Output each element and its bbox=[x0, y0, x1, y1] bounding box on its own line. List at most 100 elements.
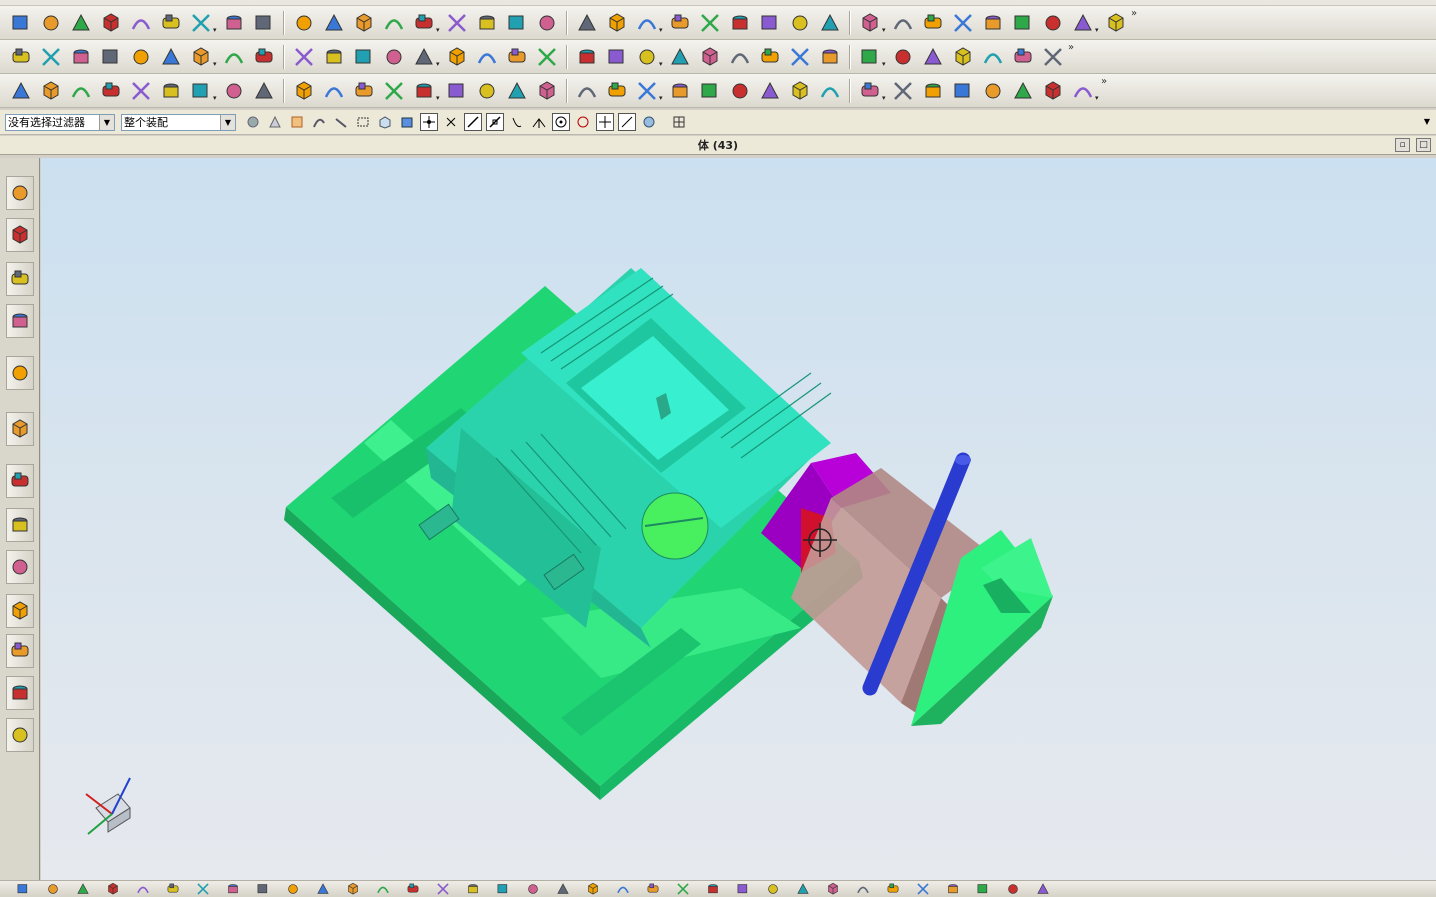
arc-center-icon[interactable] bbox=[552, 113, 570, 131]
block-yellow-icon[interactable] bbox=[476, 80, 498, 102]
orient-icon[interactable] bbox=[43, 882, 63, 896]
assembly-navigator-icon[interactable] bbox=[6, 176, 34, 210]
chevron-down-icon[interactable]: ▾ bbox=[213, 12, 219, 34]
selection-scope-dropdown[interactable]: 整个装配 ▼ bbox=[121, 113, 236, 131]
project-curve-icon[interactable] bbox=[293, 46, 315, 68]
gate-icon[interactable] bbox=[859, 12, 881, 34]
color-palette-icon[interactable] bbox=[130, 80, 152, 102]
spline-feature-icon[interactable] bbox=[536, 80, 558, 102]
maximize-window-button[interactable]: □ bbox=[1416, 138, 1431, 152]
grid-snap-icon[interactable] bbox=[670, 113, 688, 131]
control-point-icon[interactable] bbox=[508, 113, 526, 131]
chamfer-icon[interactable] bbox=[40, 80, 62, 102]
cube-outline-icon[interactable] bbox=[576, 80, 598, 102]
arc-icon[interactable] bbox=[40, 46, 62, 68]
cavity-icon[interactable] bbox=[1105, 12, 1127, 34]
rotate-icon[interactable] bbox=[73, 882, 93, 896]
pocket-icon[interactable] bbox=[1012, 12, 1034, 34]
point-on-curve-icon[interactable] bbox=[596, 113, 614, 131]
studio-icon[interactable] bbox=[892, 46, 914, 68]
snap-filter-icon[interactable] bbox=[640, 113, 658, 131]
blend-icon[interactable] bbox=[506, 12, 528, 34]
end-point-icon[interactable] bbox=[464, 113, 482, 131]
boss-icon[interactable] bbox=[293, 80, 315, 102]
offset-curve-icon[interactable] bbox=[223, 46, 245, 68]
trimetric-icon[interactable] bbox=[463, 882, 483, 896]
hole-icon[interactable] bbox=[253, 80, 275, 102]
type-filter-icon[interactable] bbox=[266, 113, 284, 131]
new-file-icon[interactable] bbox=[10, 12, 32, 34]
toolbar-overflow-icon[interactable]: » bbox=[1131, 8, 1139, 19]
frame-icon[interactable] bbox=[223, 80, 245, 102]
ejector-icon[interactable] bbox=[982, 12, 1004, 34]
cylinder-icon[interactable] bbox=[223, 12, 245, 34]
extract-icon[interactable] bbox=[506, 46, 528, 68]
blank-icon[interactable] bbox=[643, 882, 663, 896]
mirror-icon[interactable] bbox=[636, 46, 658, 68]
chevron-down-icon[interactable]: ▾ bbox=[436, 80, 442, 102]
rectangle-icon[interactable] bbox=[70, 46, 92, 68]
chevron-down-icon[interactable]: ▾ bbox=[882, 12, 888, 34]
bridge-curve-icon[interactable] bbox=[253, 46, 275, 68]
model-scene[interactable] bbox=[41, 158, 1436, 880]
section-view-icon[interactable] bbox=[313, 882, 333, 896]
follow-curve-icon[interactable] bbox=[310, 113, 328, 131]
roles-icon[interactable] bbox=[6, 634, 34, 668]
render-icon[interactable] bbox=[853, 882, 873, 896]
hidden-edge-icon[interactable] bbox=[283, 882, 303, 896]
runner-icon[interactable] bbox=[892, 12, 914, 34]
general-filter-icon[interactable] bbox=[244, 113, 262, 131]
process-studio-icon[interactable] bbox=[6, 550, 34, 584]
chevron-down-icon[interactable]: ▾ bbox=[882, 46, 888, 68]
color-edit-icon[interactable] bbox=[793, 882, 813, 896]
swept-surface-icon[interactable] bbox=[859, 46, 881, 68]
chevron-down-icon[interactable]: ▾ bbox=[436, 12, 442, 34]
zoom-icon[interactable] bbox=[133, 882, 153, 896]
show-hide-icon[interactable] bbox=[613, 882, 633, 896]
feature-filter-icon[interactable] bbox=[288, 113, 306, 131]
wcs-icon[interactable] bbox=[13, 882, 33, 896]
material-icon[interactable] bbox=[943, 882, 963, 896]
datum-icon[interactable] bbox=[759, 80, 781, 102]
iso-view-icon[interactable] bbox=[433, 882, 453, 896]
wrap-icon[interactable] bbox=[606, 46, 628, 68]
pattern-icon[interactable] bbox=[669, 46, 691, 68]
manufacturing-wizard-icon[interactable] bbox=[6, 594, 34, 628]
spline-icon[interactable] bbox=[100, 46, 122, 68]
drawing-icon[interactable] bbox=[1072, 12, 1094, 34]
part-navigator-icon[interactable] bbox=[6, 262, 34, 296]
measure-distance-icon[interactable] bbox=[323, 46, 345, 68]
chain-icon[interactable] bbox=[332, 113, 350, 131]
point-on-surface-icon[interactable] bbox=[618, 113, 636, 131]
delete-icon[interactable] bbox=[353, 80, 375, 102]
system-scene-icon[interactable] bbox=[6, 676, 34, 710]
chevron-down-icon[interactable]: ▾ bbox=[659, 80, 665, 102]
workpiece-icon[interactable] bbox=[160, 12, 182, 34]
law-icon[interactable] bbox=[922, 46, 944, 68]
hook-icon[interactable] bbox=[922, 80, 944, 102]
csys-icon[interactable] bbox=[100, 12, 122, 34]
bom-icon[interactable] bbox=[1042, 12, 1064, 34]
snap-point-icon[interactable] bbox=[420, 113, 438, 131]
sphere-icon[interactable] bbox=[253, 12, 275, 34]
capture-icon[interactable] bbox=[1033, 882, 1053, 896]
draft-icon[interactable] bbox=[160, 80, 182, 102]
mesh-icon[interactable] bbox=[759, 46, 781, 68]
block-orange-icon[interactable] bbox=[446, 80, 468, 102]
camera-icon[interactable] bbox=[1003, 882, 1023, 896]
palette-icon[interactable] bbox=[6, 718, 34, 752]
graphics-viewport[interactable] bbox=[41, 158, 1436, 880]
fit-icon[interactable] bbox=[163, 882, 183, 896]
block-icon[interactable] bbox=[729, 12, 751, 34]
unite-icon[interactable] bbox=[699, 12, 721, 34]
chevron-down-icon[interactable]: ▼ bbox=[99, 114, 114, 130]
anchor-icon[interactable] bbox=[952, 80, 974, 102]
through-curves-icon[interactable] bbox=[729, 46, 751, 68]
corner-icon[interactable] bbox=[819, 80, 841, 102]
red-box-icon[interactable] bbox=[190, 80, 212, 102]
measure-icon[interactable] bbox=[699, 80, 721, 102]
info-bottom-icon[interactable] bbox=[733, 882, 753, 896]
chevron-down-icon[interactable]: ▾ bbox=[882, 80, 888, 102]
n-sided-icon[interactable] bbox=[789, 46, 811, 68]
hatch-icon[interactable] bbox=[1012, 80, 1034, 102]
